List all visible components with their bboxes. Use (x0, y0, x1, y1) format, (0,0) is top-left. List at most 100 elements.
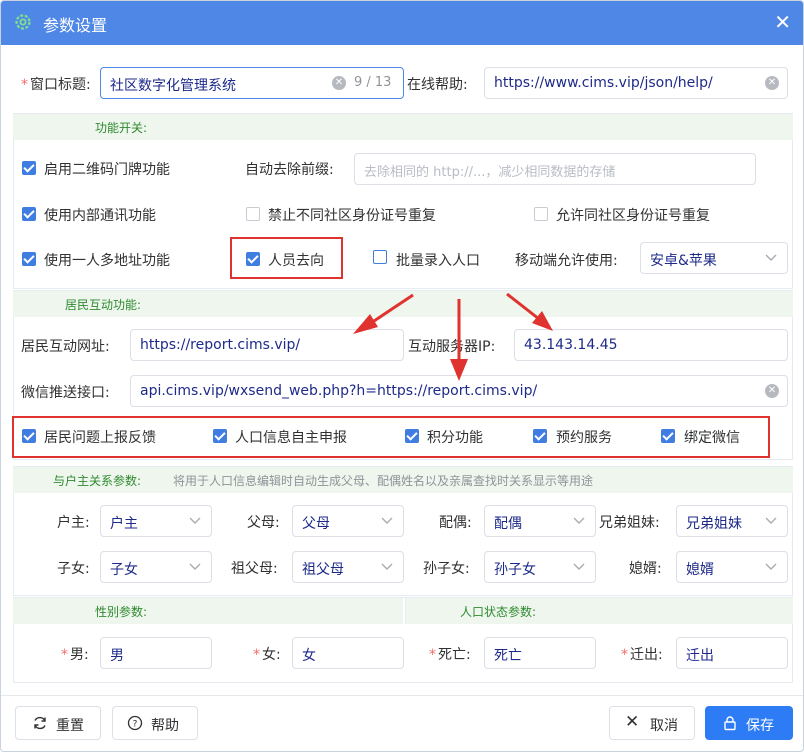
char-counter: 9 / 13 (354, 75, 392, 90)
moved-input[interactable]: 迁出 (676, 637, 788, 669)
daughter-in-law-label: 媳婿: (629, 561, 662, 577)
self-report-checkbox[interactable] (213, 429, 227, 443)
clear-icon[interactable]: ✕ (332, 76, 346, 90)
mobile-label: 移动端允许使用: (515, 253, 618, 269)
points-checkbox[interactable] (405, 429, 419, 443)
children-select[interactable]: 子女 (100, 551, 212, 583)
gear-icon (15, 14, 31, 30)
moved-value: 迁出 (686, 648, 714, 664)
interaction-url-value: https://report.cims.vip/ (140, 337, 301, 353)
internal-comm-label: 使用内部通讯功能 (44, 208, 156, 224)
question-icon: ? (127, 715, 143, 731)
batch-entry-checkbox[interactable] (373, 250, 387, 264)
householder-select[interactable]: 户主 (100, 505, 212, 537)
interaction-title: 居民互动功能: (65, 298, 142, 312)
cancel-button[interactable]: ✕ 取消 (609, 706, 695, 740)
cancel-label: 取消 (650, 718, 678, 734)
householder-label: 户主: (57, 515, 90, 531)
clear-icon[interactable]: ✕ (765, 76, 779, 90)
daughter-in-law-value: 媳婿 (686, 562, 714, 578)
chevron-down-icon (381, 563, 393, 570)
close-icon: ✕ (625, 712, 640, 732)
siblings-value: 兄弟姐妹 (686, 516, 742, 532)
spouse-value: 配偶 (494, 516, 522, 532)
status-title: 人口状态参数: (460, 605, 537, 619)
bind-wechat-checkbox[interactable] (661, 429, 675, 443)
footer-divider (1, 695, 803, 696)
save-button[interactable]: 保存 (705, 706, 793, 740)
help-url-value: https://www.cims.vip/json/help/ (494, 75, 713, 91)
parents-select[interactable]: 父母 (292, 505, 404, 537)
grandchildren-value: 孙子女 (494, 562, 536, 578)
forbid-dup-id-checkbox[interactable] (246, 207, 260, 221)
dialog-title: 参数设置 (43, 16, 108, 35)
interaction-url-label: 居民互动网址: (21, 339, 110, 355)
grandparents-label: 祖父母: (231, 561, 278, 577)
qr-label: 启用二维码门牌功能 (44, 162, 170, 178)
server-ip-input[interactable]: 43.143.14.45 (514, 329, 788, 361)
refresh-icon (34, 716, 46, 730)
appointment-checkbox[interactable] (533, 429, 547, 443)
male-value: 男 (110, 648, 124, 664)
bind-wechat-label: 绑定微信 (684, 430, 740, 446)
dead-input[interactable]: 死亡 (484, 637, 596, 669)
gender-band: 性别参数: (13, 598, 403, 624)
feedback-checkbox[interactable] (22, 429, 36, 443)
status-band: 人口状态参数: (405, 598, 793, 624)
female-label: * 女: (253, 647, 281, 663)
svg-text:?: ? (133, 720, 138, 730)
clear-icon[interactable]: ✕ (765, 384, 779, 398)
window-title-label: * 窗口标题: (21, 77, 91, 93)
grandparents-select[interactable]: 祖父母 (292, 551, 404, 583)
female-input[interactable]: 女 (292, 637, 404, 669)
siblings-select[interactable]: 兄弟姐妹 (676, 505, 788, 537)
allow-dup-id-label: 允许同社区身份证号重复 (556, 208, 710, 224)
feedback-label: 居民问题上报反馈 (44, 430, 156, 446)
help-url-label: 在线帮助: (407, 77, 468, 93)
title-bar: 参数设置 ✕ (1, 1, 803, 45)
batch-entry-label: 批量录入人口 (396, 253, 480, 269)
chevron-down-icon (189, 517, 201, 524)
relations-band: 与户主关系参数: 将用于人口信息编辑时自动生成父母、配偶姓名以及亲属查找时关系显… (13, 467, 793, 493)
server-ip-label: 互动服务器IP: (408, 339, 496, 355)
grandparents-value: 祖父母 (302, 562, 344, 578)
wechat-api-label: 微信推送接口: (21, 385, 110, 401)
prefix-input[interactable]: 去除相同的 http://...，减少相同数据的存储 (354, 153, 756, 185)
mobile-select[interactable]: 安卓&苹果 (640, 242, 788, 274)
relations-title: 与户主关系参数: (53, 474, 142, 488)
allow-dup-id-checkbox[interactable] (534, 207, 548, 221)
male-label: * 男: (61, 647, 89, 663)
male-input[interactable]: 男 (100, 637, 212, 669)
highlight-box (230, 237, 343, 279)
points-label: 积分功能 (427, 430, 483, 446)
prefix-placeholder: 去除相同的 http://...，减少相同数据的存储 (364, 165, 616, 180)
children-value: 子女 (110, 562, 138, 578)
householder-value: 户主 (110, 516, 138, 532)
spouse-label: 配偶: (439, 515, 472, 531)
forbid-dup-id-label: 禁止不同社区身份证号重复 (268, 208, 436, 224)
chevron-down-icon (381, 517, 393, 524)
close-icon[interactable]: ✕ (774, 11, 791, 33)
window-title-input[interactable]: 社区数字化管理系统 ✕ 9 / 13 (100, 67, 404, 99)
grandchildren-select[interactable]: 孙子女 (484, 551, 596, 583)
help-button[interactable]: ? 帮助 (112, 706, 198, 740)
help-url-input[interactable]: https://www.cims.vip/json/help/ ✕ (484, 67, 788, 99)
grandchildren-label: 孙子女: (423, 561, 470, 577)
qr-checkbox[interactable] (22, 161, 36, 175)
relations-note: 将用于人口信息编辑时自动生成父母、配偶姓名以及亲属查找时关系显示等用途 (173, 474, 594, 488)
chevron-down-icon (573, 517, 585, 524)
settings-dialog: 参数设置 ✕ * 窗口标题: 社区数字化管理系统 ✕ 9 / 13 在线帮助: h… (0, 0, 804, 752)
help-label: 帮助 (151, 718, 179, 734)
children-label: 子女: (57, 561, 90, 577)
multi-addr-checkbox[interactable] (22, 252, 36, 266)
internal-comm-checkbox[interactable] (22, 207, 36, 221)
appointment-label: 预约服务 (556, 430, 612, 446)
daughter-in-law-select[interactable]: 媳婿 (676, 551, 788, 583)
wechat-api-input[interactable]: api.cims.vip/wxsend_web.php?h=https://re… (130, 375, 788, 407)
spouse-select[interactable]: 配偶 (484, 505, 596, 537)
interaction-url-input[interactable]: https://report.cims.vip/ (130, 329, 404, 361)
chevron-down-icon (765, 254, 777, 261)
chevron-down-icon (765, 517, 777, 524)
female-value: 女 (302, 648, 316, 664)
reset-button[interactable]: 重置 (15, 706, 101, 740)
